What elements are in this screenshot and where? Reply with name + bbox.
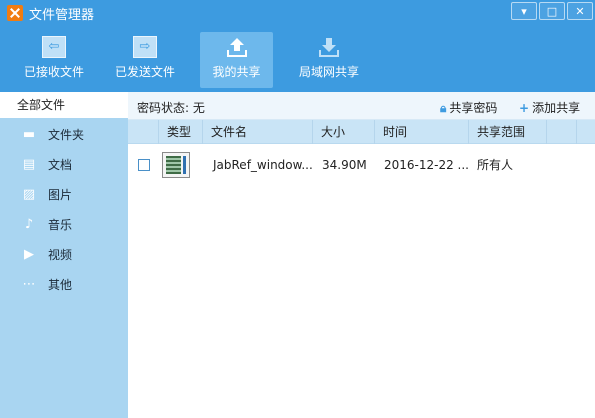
picture-icon: ▨ — [22, 187, 36, 202]
video-icon: ▶ — [24, 247, 34, 262]
window-title: 文件管理器 — [29, 7, 95, 23]
share-password-label: 共享密码 — [449, 101, 498, 115]
upload-share-icon — [225, 36, 249, 58]
close-button[interactable]: ✕ — [567, 2, 593, 20]
file-share-scope: 所有人 — [477, 158, 514, 172]
column-type[interactable]: 类型 — [158, 120, 202, 144]
tab-sent-files-label: 已发送文件 — [114, 65, 175, 79]
column-spacer — [546, 120, 576, 144]
folder-icon: ▬ — [22, 127, 36, 142]
tab-lan-share[interactable]: 局域网共享 — [292, 32, 366, 88]
sidebar-item-all-files[interactable]: 全部文件 — [0, 92, 128, 118]
column-filename[interactable]: 文件名 — [202, 120, 312, 144]
download-lan-icon — [317, 36, 341, 58]
tab-my-share[interactable]: 我的共享 — [200, 32, 273, 88]
column-time[interactable]: 时间 — [374, 120, 468, 144]
main-panel: 密码状态: 无 🔒︎ 共享密码 + 添加共享 类型 文件名 大小 时间 共享范围 J… — [128, 92, 595, 418]
column-size[interactable]: 大小 — [312, 120, 374, 144]
column-spacer — [576, 120, 595, 144]
file-name: JabRef_window... — [213, 158, 313, 172]
sidebar-item-label: 文件夹 — [48, 128, 85, 142]
file-thumbnail-icon — [162, 152, 190, 178]
share-password-button[interactable]: 🔒︎ 共享密码 — [440, 99, 497, 116]
title-bar: 文件管理器 ▾ □ ✕ — [0, 0, 595, 26]
tab-sent-files[interactable]: 已发送文件 — [109, 32, 181, 88]
password-status: 密码状态: 无 — [137, 101, 205, 115]
sidebar-item-folders[interactable]: ▬ 文件夹 — [0, 120, 128, 150]
sidebar-item-other[interactable]: ⋯ 其他 — [0, 270, 128, 300]
column-header: 类型 文件名 大小 时间 共享范围 — [128, 120, 595, 144]
sidebar: 全部文件 ▬ 文件夹 ▤ 文档 ▨ 图片 ♪ 音乐 ▶ 视频 ⋯ 其他 — [0, 92, 128, 418]
folder-receive-icon — [42, 36, 66, 58]
row-checkbox[interactable] — [138, 159, 150, 171]
add-share-label: 添加共享 — [532, 101, 581, 115]
toolbar: 已接收文件 已发送文件 我的共享 局域网共享 — [0, 26, 595, 92]
lock-icon: 🔒︎ — [440, 101, 447, 115]
sidebar-item-music[interactable]: ♪ 音乐 — [0, 210, 128, 240]
file-size: 34.90M — [322, 158, 367, 172]
tab-my-share-label: 我的共享 — [212, 65, 261, 79]
tab-lan-share-label: 局域网共享 — [298, 65, 359, 79]
sidebar-item-label: 音乐 — [48, 218, 73, 232]
column-share-scope[interactable]: 共享范围 — [468, 120, 546, 144]
tab-received-files[interactable]: 已接收文件 — [18, 32, 90, 88]
share-status-bar: 密码状态: 无 🔒︎ 共享密码 + 添加共享 — [128, 92, 595, 120]
sidebar-item-label: 文档 — [48, 158, 73, 172]
tab-received-files-label: 已接收文件 — [23, 65, 84, 79]
maximize-button[interactable]: □ — [539, 2, 565, 20]
add-share-button[interactable]: + 添加共享 — [519, 99, 580, 116]
sidebar-item-videos[interactable]: ▶ 视频 — [0, 240, 128, 270]
window-controls: ▾ □ ✕ — [511, 2, 593, 20]
sidebar-item-documents[interactable]: ▤ 文档 — [0, 150, 128, 180]
document-icon: ▤ — [22, 157, 36, 172]
plus-icon: + — [519, 101, 530, 115]
sidebar-item-label: 其他 — [48, 278, 73, 292]
app-logo-icon — [7, 5, 23, 21]
file-time: 2016-12-22 ... — [384, 158, 469, 172]
sidebar-item-label: 图片 — [48, 188, 73, 202]
table-row[interactable]: JabRef_window... 34.90M 2016-12-22 ... 所… — [128, 148, 595, 182]
more-icon: ⋯ — [22, 277, 36, 292]
menu-dropdown-button[interactable]: ▾ — [511, 2, 537, 20]
sidebar-item-pictures[interactable]: ▨ 图片 — [0, 180, 128, 210]
folder-send-icon — [133, 36, 157, 58]
music-icon: ♪ — [24, 217, 34, 232]
sidebar-item-label: 视频 — [48, 248, 73, 262]
